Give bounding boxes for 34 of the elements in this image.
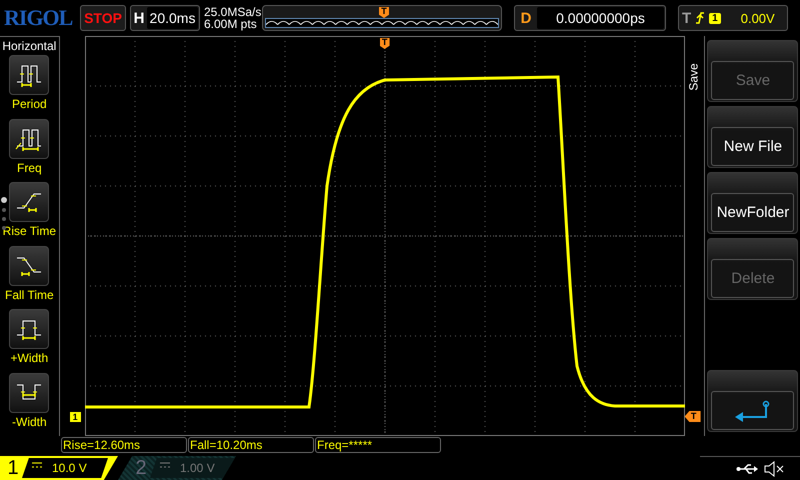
trigger-position-marker: T xyxy=(380,38,390,49)
menu-title: Save xyxy=(686,63,700,91)
panel-title: Horizontal xyxy=(2,39,56,53)
rising-edge-icon xyxy=(695,11,706,25)
channel-tab[interactable]: 2 1.00 V xyxy=(118,456,236,480)
trigger-label: T xyxy=(682,10,692,26)
measurement-readout: Freq=***** xyxy=(315,437,441,453)
menu-button[interactable]: New File xyxy=(707,106,798,168)
memory-depth: 6.00M pts xyxy=(204,18,258,30)
channel-marker: 1 xyxy=(70,412,81,422)
measurement-readout: Fall=10.20ms xyxy=(188,437,314,453)
trigger-source: 1 xyxy=(709,12,721,24)
trigger-position-marker: T xyxy=(379,7,389,18)
delay-box[interactable]: D 0.00000000ps xyxy=(514,5,666,31)
run-stop-button[interactable]: STOP xyxy=(80,5,126,31)
waveform-overview-icon xyxy=(265,18,499,28)
channel-tab[interactable]: 1 10.0 V xyxy=(0,456,118,480)
trigger-box[interactable]: T 1 0.00V xyxy=(678,5,788,31)
dc-coupling-icon xyxy=(32,462,42,468)
timebase-value: 20.0ms xyxy=(147,7,198,29)
delay-label: D xyxy=(520,10,532,26)
speaker-muted-icon[interactable] xyxy=(764,460,786,476)
trigger-level: 0.00V xyxy=(740,10,775,26)
back-button[interactable] xyxy=(707,370,798,432)
delay-value: 0.00000000ps xyxy=(537,7,664,29)
dc-coupling-icon xyxy=(160,462,170,468)
trigger-level-marker: T xyxy=(684,411,701,422)
menu-button[interactable]: NewFolder xyxy=(707,172,798,234)
usb-icon xyxy=(736,462,758,474)
measurement-readout: Rise=12.60ms xyxy=(61,437,187,453)
sample-rate: 25.0MSa/s xyxy=(204,6,260,18)
brand-logo: RIGOL xyxy=(3,5,74,31)
horizontal-label: H xyxy=(132,10,146,26)
timebase-box[interactable]: H 20.0ms xyxy=(130,5,200,31)
